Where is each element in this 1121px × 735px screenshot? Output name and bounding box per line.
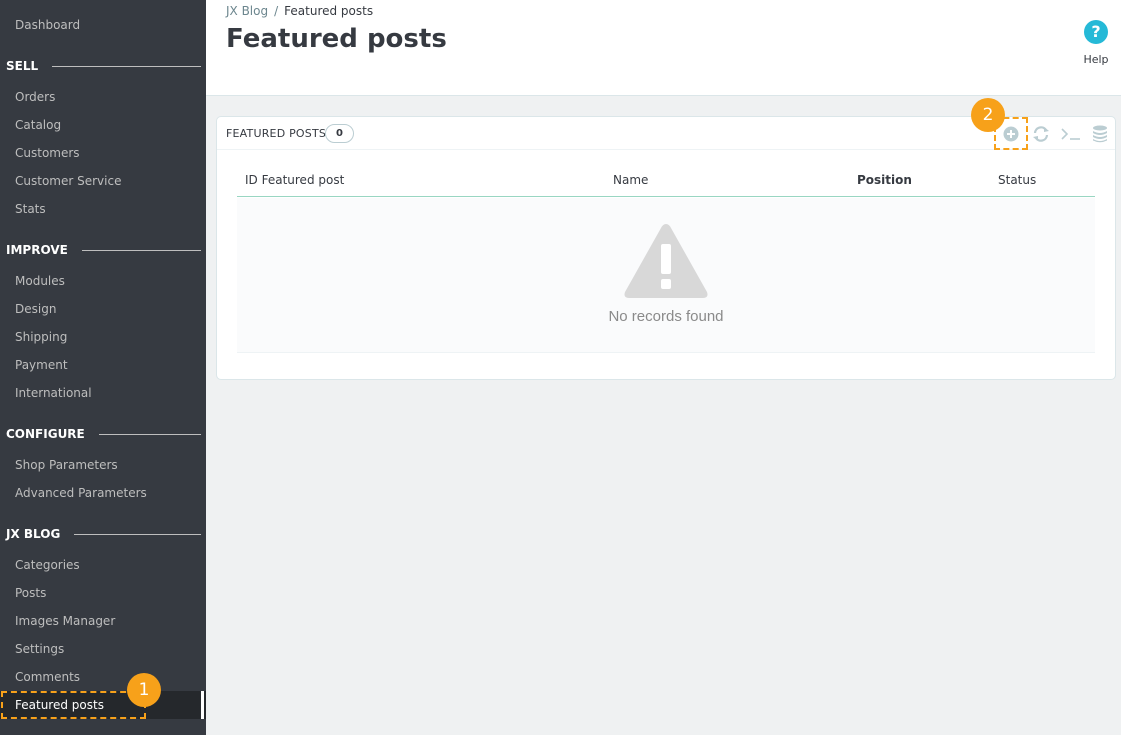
help-button[interactable]: ? Help <box>1081 20 1111 66</box>
sidebar-item-advanced-parameters[interactable]: Advanced Parameters <box>15 486 147 500</box>
callout-highlight-1 <box>1 691 146 719</box>
help-label: Help <box>1083 53 1109 66</box>
breadcrumb-current: Featured posts <box>284 4 374 18</box>
sql-query-icon[interactable] <box>1058 121 1084 147</box>
warning-icon <box>624 224 708 298</box>
refresh-icon[interactable] <box>1028 121 1054 147</box>
section-label: IMPROVE <box>6 243 68 257</box>
help-icon: ? <box>1084 20 1108 44</box>
breadcrumb: JX Blog / Featured posts <box>226 4 373 18</box>
sidebar-item-modules[interactable]: Modules <box>15 274 65 288</box>
active-indicator <box>201 691 204 719</box>
sidebar-section-jxblog: JX BLOG <box>6 526 201 542</box>
column-id-featured-post: ID Featured post <box>245 173 345 187</box>
page-header: JX Blog / Featured posts Featured posts ? … <box>206 0 1121 96</box>
sidebar-item-stats[interactable]: Stats <box>15 202 46 216</box>
sidebar-item-dashboard[interactable]: Dashboard <box>15 18 80 32</box>
sidebar-item-international[interactable]: International <box>15 386 92 400</box>
featured-posts-panel: FEATURED POSTS 0 ID Featured post Name P… <box>216 116 1116 380</box>
sidebar-item-catalog[interactable]: Catalog <box>15 118 61 132</box>
sidebar-item-settings[interactable]: Settings <box>15 642 64 656</box>
breadcrumb-separator: / <box>274 4 279 18</box>
sidebar-item-comments[interactable]: Comments <box>15 670 80 684</box>
sidebar-item-posts[interactable]: Posts <box>15 586 46 600</box>
section-divider <box>81 249 201 251</box>
export-database-icon[interactable] <box>1087 121 1113 147</box>
panel-title: FEATURED POSTS <box>226 127 327 140</box>
sidebar-item-shop-parameters[interactable]: Shop Parameters <box>15 458 118 472</box>
sidebar-item-images-manager[interactable]: Images Manager <box>15 614 115 628</box>
callout-badge-1: 1 <box>127 673 161 707</box>
section-divider <box>74 533 201 535</box>
sidebar-item-payment[interactable]: Payment <box>15 358 68 372</box>
sidebar-section-sell: SELL <box>6 58 201 74</box>
callout-badge-2: 2 <box>971 98 1005 132</box>
sidebar-item-design[interactable]: Design <box>15 302 56 316</box>
section-label: JX BLOG <box>6 527 61 541</box>
section-label: SELL <box>6 59 39 73</box>
sidebar-item-customers[interactable]: Customers <box>15 146 80 160</box>
page-title: Featured posts <box>226 24 447 54</box>
sidebar-item-categories[interactable]: Categories <box>15 558 80 572</box>
column-status: Status <box>998 173 1037 187</box>
sidebar-item-customer-service[interactable]: Customer Service <box>15 174 121 188</box>
column-position[interactable]: Position <box>857 173 912 187</box>
sidebar-item-orders[interactable]: Orders <box>15 90 55 104</box>
section-divider <box>52 65 201 67</box>
record-count-badge: 0 <box>325 124 354 143</box>
breadcrumb-parent-link[interactable]: JX Blog <box>226 4 268 18</box>
section-label: CONFIGURE <box>6 427 85 441</box>
empty-state-message: No records found <box>608 308 724 325</box>
table-header: ID Featured post Name Position Status <box>237 163 1095 197</box>
column-name: Name <box>613 173 649 187</box>
sidebar-section-configure: CONFIGURE <box>6 426 201 442</box>
sidebar: Dashboard SELL Orders Catalog Customers … <box>0 0 206 735</box>
section-divider <box>98 433 201 435</box>
sidebar-section-improve: IMPROVE <box>6 242 201 258</box>
sidebar-item-shipping[interactable]: Shipping <box>15 330 67 344</box>
table-body: No records found <box>237 198 1095 353</box>
